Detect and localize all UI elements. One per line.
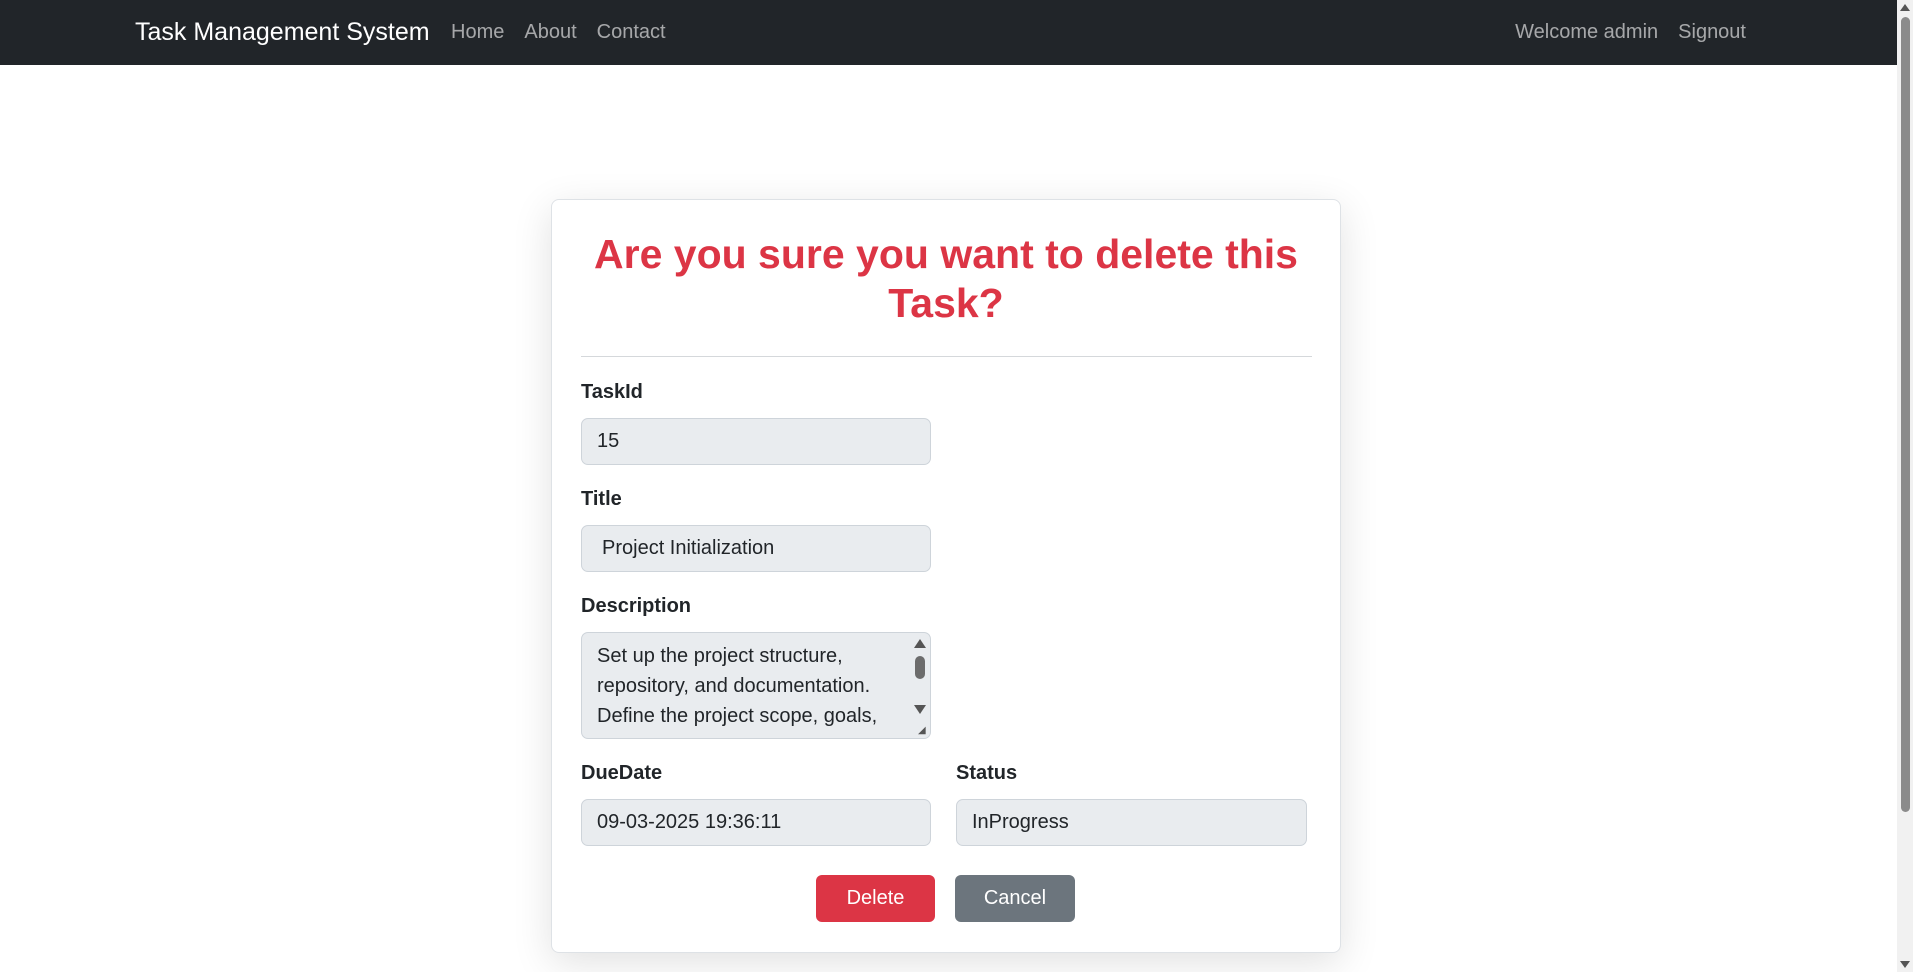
top-navbar: Task Management System Home About Contac…	[0, 0, 1897, 65]
task-id-field[interactable]: 15	[581, 418, 931, 465]
signout-link[interactable]: Signout	[1678, 21, 1746, 44]
nav-links: Home About Contact	[451, 0, 666, 65]
welcome-text[interactable]: Welcome admin	[1515, 21, 1658, 44]
description-text: Set up the project structure, repository…	[597, 645, 878, 727]
delete-confirm-heading: Are you sure you want to delete this Tas…	[594, 231, 1298, 326]
status-label: Status	[956, 762, 1018, 784]
page-scroll-thumb[interactable]	[1901, 17, 1910, 812]
title-field[interactable]: Project Initialization	[581, 525, 931, 572]
description-label: Description	[581, 595, 692, 617]
description-textarea[interactable]: Set up the project structure, repository…	[581, 632, 931, 739]
due-date-field[interactable]: 09-03-2025 19:36:11	[581, 799, 931, 846]
nav-contact-link[interactable]: Contact	[597, 21, 666, 44]
scroll-up-arrow-icon[interactable]	[914, 639, 926, 648]
status-field[interactable]: InProgress	[956, 799, 1307, 846]
nav-user-area: Welcome admin Signout	[1515, 0, 1746, 65]
page-scrollbar[interactable]	[1897, 0, 1913, 972]
description-scrollbar[interactable]	[910, 633, 930, 738]
nav-about-link[interactable]: About	[524, 21, 576, 44]
delete-task-card: Are you sure you want to delete this Tas…	[551, 199, 1341, 953]
nav-home-link[interactable]: Home	[451, 21, 504, 44]
delete-button[interactable]: Delete	[816, 875, 935, 922]
divider	[581, 356, 1312, 357]
page-scroll-down-icon[interactable]	[1900, 961, 1910, 968]
due-date-label: DueDate	[581, 762, 663, 784]
cancel-button[interactable]: Cancel	[955, 875, 1075, 922]
scroll-thumb[interactable]	[915, 656, 925, 679]
scroll-down-arrow-icon[interactable]	[914, 705, 926, 714]
page-scroll-up-icon[interactable]	[1900, 4, 1910, 11]
task-id-label: TaskId	[581, 381, 643, 403]
title-label: Title	[581, 488, 622, 510]
brand-link[interactable]: Task Management System	[135, 0, 430, 65]
resize-handle-icon[interactable]: ◢	[918, 726, 928, 736]
